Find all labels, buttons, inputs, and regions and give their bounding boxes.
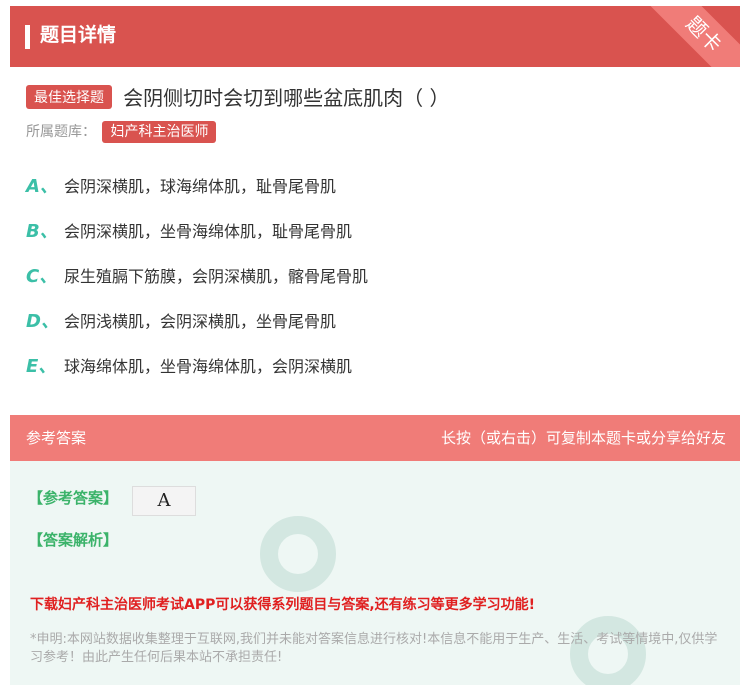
answer-bar: 参考答案 长按（或右击）可复制本题卡或分享给好友 bbox=[10, 415, 740, 461]
analysis-label: 【答案解析】 bbox=[28, 531, 119, 549]
question-text: 会阴侧切时会切到哪些盆底肌肉（ ） bbox=[123, 86, 450, 110]
answer-bar-title: 参考答案 bbox=[26, 429, 87, 447]
option-e[interactable]: E、 球海绵体肌，坐骨海绵体肌，会阴深横肌 bbox=[26, 355, 352, 379]
option-letter: A、 bbox=[26, 176, 58, 197]
answer-panel: 【参考答案】 A 【答案解析】 下载妇产科主治医师考试APP可以获得系列题目与答… bbox=[10, 461, 740, 685]
option-letter: D、 bbox=[26, 311, 59, 332]
option-text: 会阴浅横肌，会阴深横肌，坐骨尾骨肌 bbox=[64, 312, 337, 331]
disclaimer: *申明:本网站数据收集整理于互联网,我们并未能对答案信息进行核对!本信息不能用于… bbox=[30, 632, 718, 665]
question-type-tag: 最佳选择题 bbox=[26, 84, 112, 109]
option-a[interactable]: A、 会阴深横肌，球海绵体肌，耻骨尾骨肌 bbox=[26, 175, 336, 199]
watermark-logo bbox=[260, 516, 336, 592]
option-d[interactable]: D、 会阴浅横肌，会阴深横肌，坐骨尾骨肌 bbox=[26, 310, 336, 334]
option-letter: B、 bbox=[26, 221, 58, 242]
app-download-link[interactable]: 下载妇产科主治医师考试APP可以获得系列题目与答案,还有练习等更多学习功能! bbox=[30, 594, 535, 614]
option-text: 会阴深横肌，球海绵体肌，耻骨尾骨肌 bbox=[64, 177, 337, 196]
page-title: 题目详情 bbox=[40, 24, 117, 46]
option-text: 尿生殖膈下筋膜，会阴深横肌，髂骨尾骨肌 bbox=[64, 267, 369, 286]
share-hint: 长按（或右击）可复制本题卡或分享给好友 bbox=[440, 429, 726, 447]
reference-answer-label: 【参考答案】 bbox=[28, 489, 119, 507]
option-b[interactable]: B、 会阴深横肌，坐骨海绵体肌，耻骨尾骨肌 bbox=[26, 220, 352, 244]
bank-label: 所属题库： bbox=[26, 124, 96, 140]
option-text: 球海绵体肌，坐骨海绵体肌，会阴深横肌 bbox=[64, 357, 353, 376]
option-text: 会阴深横肌，坐骨海绵体肌，耻骨尾骨肌 bbox=[64, 222, 353, 241]
bank-link[interactable]: 妇产科主治医师 bbox=[102, 121, 217, 143]
reference-answer-value: A bbox=[132, 486, 196, 516]
option-letter: E、 bbox=[26, 356, 57, 377]
option-c[interactable]: C、 尿生殖膈下筋膜，会阴深横肌，髂骨尾骨肌 bbox=[26, 265, 368, 289]
detail-header: 题目详情 题卡 bbox=[10, 6, 740, 67]
question-row: 最佳选择题 会阴侧切时会切到哪些盆底肌肉（ ） bbox=[26, 82, 730, 111]
option-letter: C、 bbox=[26, 266, 58, 287]
card-ribbon[interactable]: 题卡 bbox=[634, 6, 740, 67]
question-bank: 所属题库： 妇产科主治医师 bbox=[26, 121, 217, 143]
header-accent-bar bbox=[25, 25, 30, 49]
